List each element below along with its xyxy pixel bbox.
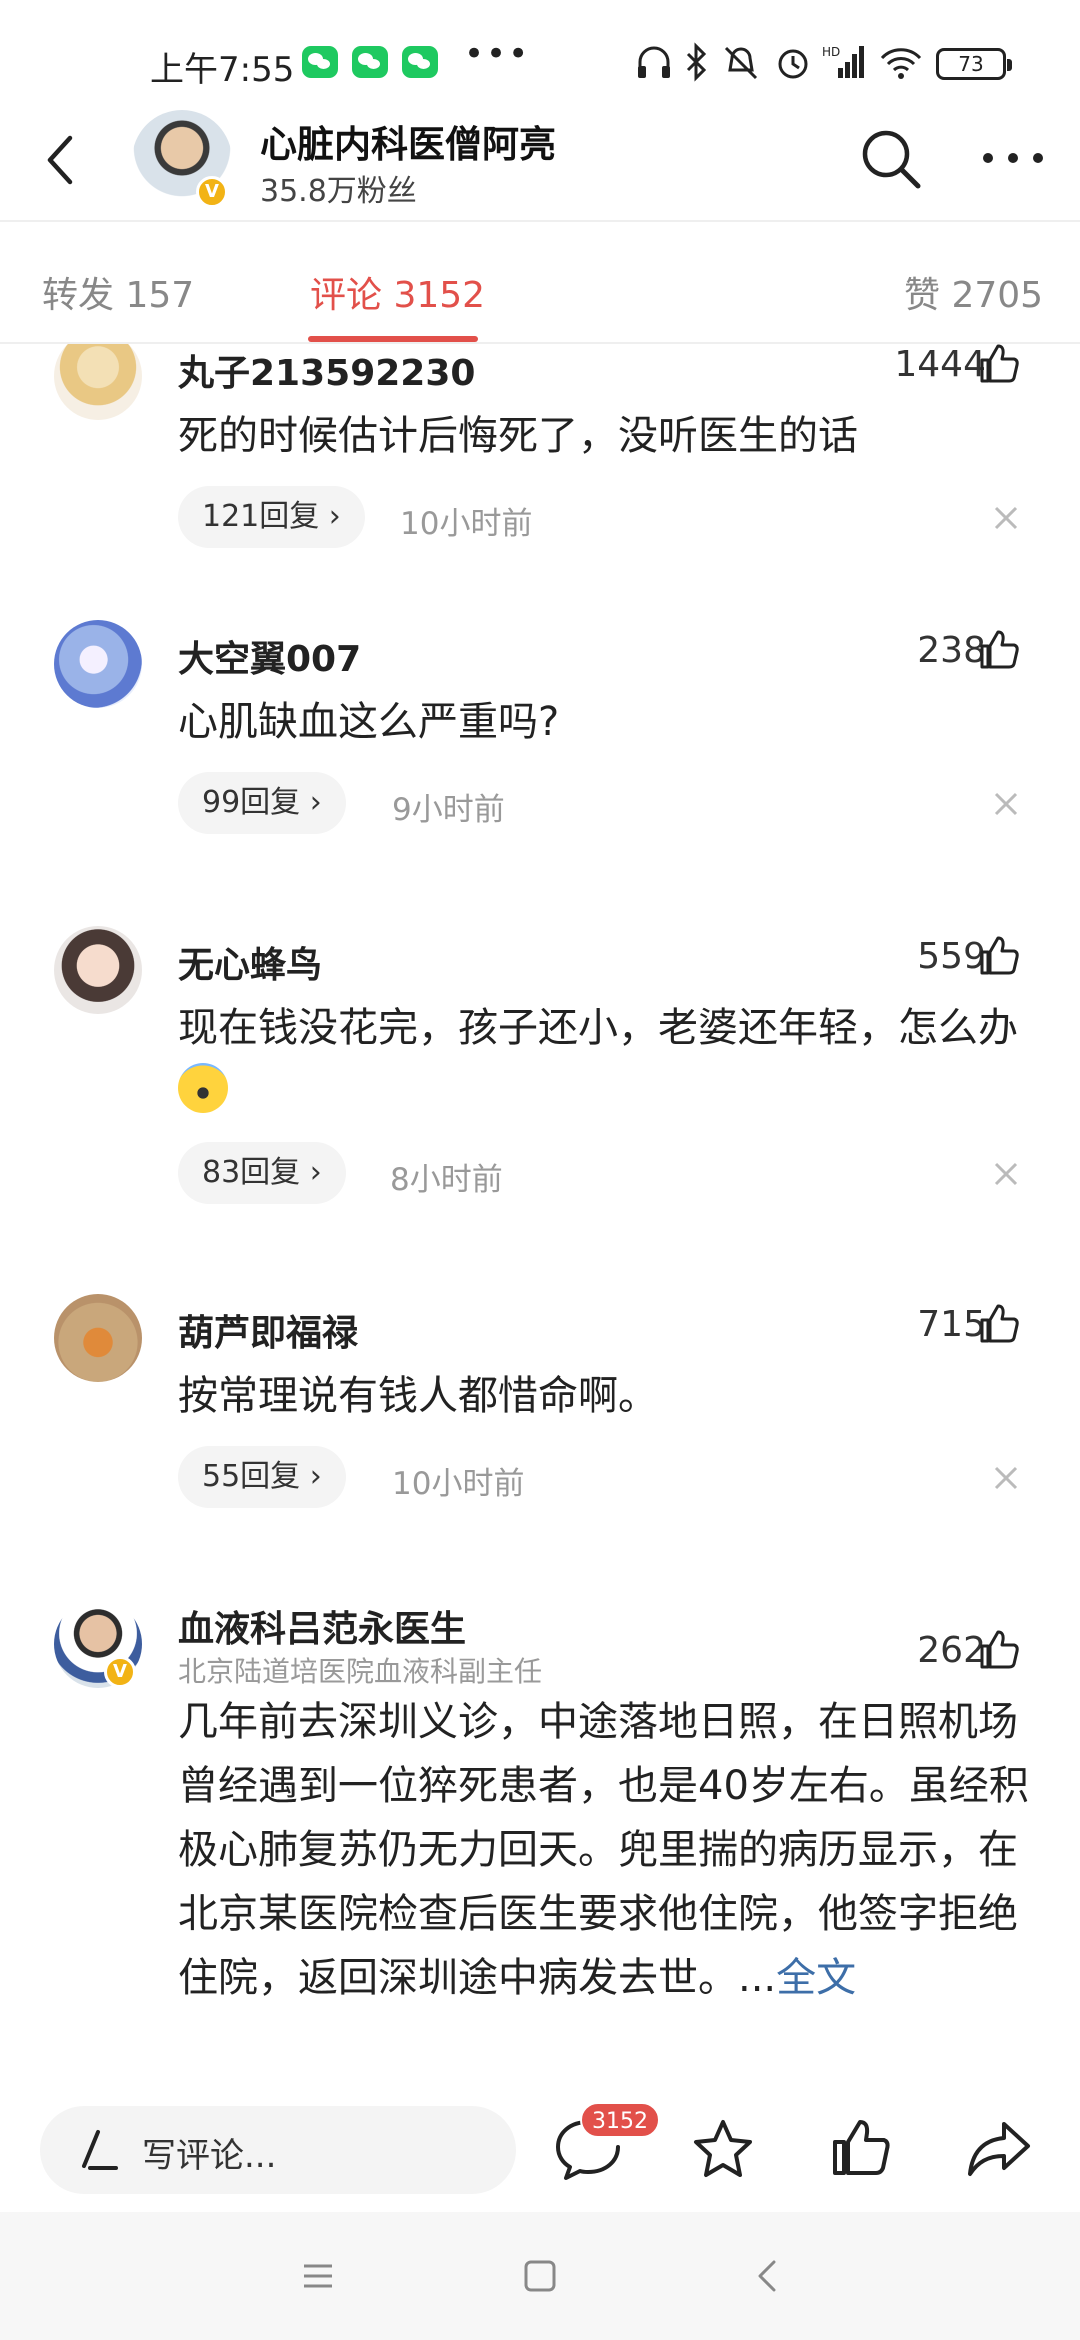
svg-text:HD: HD xyxy=(822,45,840,59)
like-count: 238 xyxy=(917,630,986,671)
close-icon[interactable] xyxy=(990,1462,1022,1494)
comment-text: 心肌缺血这么严重吗? xyxy=(178,699,560,745)
replies-button[interactable]: 121回复 › xyxy=(178,486,365,548)
back-nav-icon[interactable] xyxy=(748,2256,788,2296)
user-avatar[interactable] xyxy=(54,926,142,1014)
like-icon[interactable] xyxy=(978,628,1020,670)
battery-icon: 73 xyxy=(936,48,1012,80)
tab-likes[interactable]: 赞 2705 xyxy=(904,266,1043,318)
replies-count: 121回复 xyxy=(202,499,320,534)
comment-username[interactable]: 葫芦即福禄 xyxy=(178,1304,358,1356)
comment-text-content: 现在钱没花完，孩子还小，老婆还年轻，怎么办 xyxy=(178,1005,1018,1051)
comment-input[interactable]: 写评论... xyxy=(40,2106,516,2194)
comment-list[interactable]: 丸子213592230 1444 死的时候估计后悔死了，没听医生的话 121回复… xyxy=(0,344,1080,2086)
comment-text: 几年前去深圳义诊，中途落地日照，在日照机场曾经遇到一位猝死患者，也是40岁左右。… xyxy=(178,1690,1038,2010)
bluetooth-icon xyxy=(686,42,707,82)
wechat-icon xyxy=(352,46,388,78)
like-count: 715 xyxy=(917,1304,986,1345)
comment-item: 大空翼007 238 心肌缺血这么严重吗? 99回复 › 9小时前 xyxy=(0,620,1080,920)
replies-count: 55回复 xyxy=(202,1459,301,1494)
like-icon[interactable] xyxy=(978,1628,1020,1670)
comment-time: 9小时前 xyxy=(392,792,505,828)
comment-time: 10小时前 xyxy=(400,506,533,542)
author-fans-count: 35.8万粉丝 xyxy=(260,174,417,209)
like-icon[interactable] xyxy=(978,934,1020,976)
comment-text: 按常理说有钱人都惜命啊。 xyxy=(178,1373,658,1419)
comment-item: V 血液科吕范永医生 北京陆道培医院血液科副主任 262 几年前去深圳义诊，中途… xyxy=(0,1600,1080,2086)
pen-icon xyxy=(82,2130,118,2170)
replies-count: 99回复 xyxy=(202,785,301,820)
alarm-icon xyxy=(778,49,808,79)
close-icon[interactable] xyxy=(990,502,1022,534)
close-icon[interactable] xyxy=(990,788,1022,820)
verified-badge-icon: V xyxy=(104,1656,136,1688)
home-icon[interactable] xyxy=(520,2256,560,2296)
replies-button[interactable]: 83回复 › xyxy=(178,1142,346,1204)
status-time: 上午7:55 xyxy=(150,50,295,90)
like-post-icon[interactable] xyxy=(830,2116,892,2178)
wechat-icon xyxy=(302,46,338,78)
more-notifications-icon: ••• xyxy=(464,34,531,74)
status-bar: 上午7:55 ••• HD 73 xyxy=(0,0,1080,112)
comment-item: 无心蜂鸟 559 现在钱没花完，孩子还小，老婆还年轻，怎么办 83回复 › 8小… xyxy=(0,926,1080,1286)
comment-count-badge: 3152 xyxy=(580,2102,660,2138)
comment-text: 死的时候估计后悔死了，没听医生的话 xyxy=(178,413,858,459)
comment-username[interactable]: 丸子213592230 xyxy=(178,344,475,396)
like-icon[interactable] xyxy=(978,344,1020,384)
header: V 心脏内科医僧阿亮 35.8万粉丝 xyxy=(0,100,1080,218)
menu-icon[interactable] xyxy=(298,2256,338,2296)
comment-item: 丸子213592230 1444 死的时候估计后悔死了，没听医生的话 121回复… xyxy=(0,344,1080,614)
like-count: 559 xyxy=(917,936,986,977)
mute-icon xyxy=(724,46,758,80)
headphones-icon xyxy=(638,46,670,78)
comment-username[interactable]: 血液科吕范永医生 xyxy=(178,1600,466,1652)
author-name[interactable]: 心脏内科医僧阿亮 xyxy=(260,114,556,168)
read-full-link[interactable]: 全文 xyxy=(776,1955,856,2001)
scream-emoji-icon xyxy=(178,1063,228,1113)
signal-icon: HD xyxy=(822,45,864,78)
replies-count: 83回复 xyxy=(202,1155,301,1190)
comment-username[interactable]: 无心蜂鸟 xyxy=(178,936,322,988)
wifi-icon xyxy=(880,48,922,79)
close-icon[interactable] xyxy=(990,1158,1022,1190)
user-avatar[interactable] xyxy=(54,620,142,708)
comment-username[interactable]: 大空翼007 xyxy=(178,630,361,682)
like-count: 1444 xyxy=(894,344,986,385)
wechat-icon xyxy=(402,46,438,78)
like-icon[interactable] xyxy=(978,1302,1020,1344)
replies-button[interactable]: 99回复 › xyxy=(178,772,346,834)
comment-time: 10小时前 xyxy=(392,1466,525,1502)
comment-item: 葫芦即福禄 715 按常理说有钱人都惜命啊。 55回复 › 10小时前 xyxy=(0,1294,1080,1594)
like-count: 262 xyxy=(917,1630,986,1671)
tab-comments[interactable]: 评论 3152 xyxy=(310,266,485,318)
replies-button[interactable]: 55回复 › xyxy=(178,1446,346,1508)
back-button[interactable] xyxy=(40,130,80,190)
comment-input-placeholder: 写评论... xyxy=(142,2136,277,2176)
user-avatar[interactable] xyxy=(54,344,142,420)
tab-reposts[interactable]: 转发 157 xyxy=(42,266,194,318)
comment-time: 8小时前 xyxy=(390,1162,503,1198)
search-button[interactable] xyxy=(858,126,924,192)
system-navigation-bar xyxy=(0,2212,1080,2340)
comment-text: 现在钱没花完，孩子还小，老婆还年轻，怎么办 xyxy=(178,996,1038,1124)
user-avatar[interactable] xyxy=(54,1294,142,1382)
user-title: 北京陆道培医院血液科副主任 xyxy=(178,1655,543,1688)
comment-text-content: 几年前去深圳义诊，中途落地日照，在日照机场曾经遇到一位猝死患者，也是40岁左右。… xyxy=(178,1699,1029,2001)
share-icon[interactable] xyxy=(966,2118,1032,2178)
more-options-button[interactable] xyxy=(978,130,1048,186)
tab-bar: 转发 157 评论 3152 赞 2705 xyxy=(0,222,1080,342)
verified-badge-icon: V xyxy=(196,176,228,208)
favorite-star-icon[interactable] xyxy=(692,2118,754,2180)
bottom-action-bar: 写评论... 3152 xyxy=(0,2086,1080,2212)
